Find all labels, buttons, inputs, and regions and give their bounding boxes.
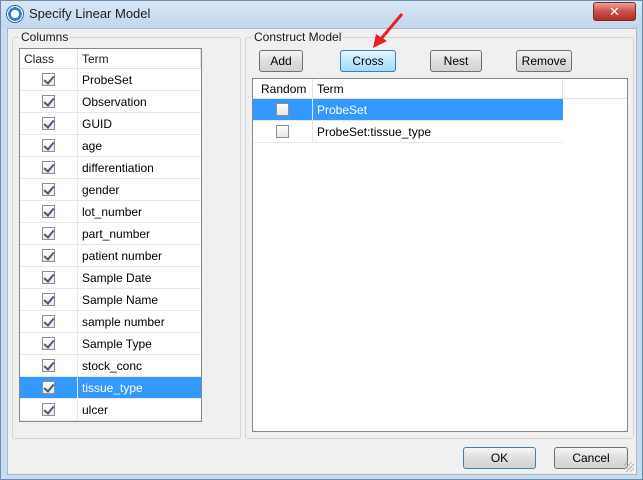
model-grid-header: Random Term [253, 79, 627, 99]
column-checkbox[interactable] [42, 161, 55, 174]
columns-group: Columns Class Term ProbeSet Observation GU… [12, 30, 241, 439]
column-checkbox[interactable] [42, 293, 55, 306]
column-row[interactable]: Sample Date [20, 267, 201, 289]
column-row[interactable]: Observation [20, 91, 201, 113]
column-row[interactable]: GUID [20, 113, 201, 135]
column-term[interactable]: Sample Name [78, 289, 201, 310]
column-term[interactable]: ulcer [78, 399, 201, 420]
column-checkbox-cell [20, 267, 78, 288]
column-row[interactable]: differentiation [20, 157, 201, 179]
dialog-window: Specify Linear Model ✕ Columns Class Ter… [0, 0, 643, 480]
column-row[interactable]: ulcer [20, 399, 201, 421]
column-row[interactable]: ProbeSet [20, 69, 201, 91]
column-row[interactable]: sample number [20, 311, 201, 333]
resize-grip-icon[interactable] [624, 462, 634, 472]
title-bar[interactable]: Specify Linear Model ✕ [1, 1, 642, 28]
column-term[interactable]: age [78, 135, 201, 156]
column-term[interactable]: ProbeSet [78, 69, 201, 90]
model-term-term[interactable]: ProbeSet:tissue_type [313, 121, 563, 142]
column-header-class[interactable]: Class [20, 49, 78, 69]
model-term-row[interactable]: ProbeSet:tissue_type [253, 121, 563, 143]
column-term[interactable]: patient number [78, 245, 201, 266]
column-checkbox-cell [20, 135, 78, 156]
column-checkbox[interactable] [42, 183, 55, 196]
column-term[interactable]: GUID [78, 113, 201, 134]
ok-button[interactable]: OK [463, 447, 536, 469]
column-row[interactable]: Sample Type [20, 333, 201, 355]
nest-button[interactable]: Nest [430, 50, 482, 72]
column-row[interactable]: tissue_type [20, 377, 201, 399]
window-title: Specify Linear Model [29, 6, 151, 21]
column-term[interactable]: lot_number [78, 201, 201, 222]
column-checkbox-cell [20, 311, 78, 332]
model-term-checkbox-cell [253, 121, 313, 142]
column-checkbox-cell [20, 245, 78, 266]
model-term-checkbox[interactable] [276, 103, 289, 116]
column-checkbox-cell [20, 223, 78, 244]
model-term-row[interactable]: ProbeSet [253, 99, 563, 121]
column-checkbox[interactable] [42, 381, 55, 394]
column-checkbox[interactable] [42, 139, 55, 152]
remove-button[interactable]: Remove [516, 50, 572, 72]
column-checkbox-cell [20, 201, 78, 222]
model-term-checkbox-cell [253, 99, 313, 120]
column-term[interactable]: gender [78, 179, 201, 200]
columns-grid[interactable]: Class Term ProbeSet Observation GUID age dif… [19, 48, 202, 422]
column-term[interactable]: sample number [78, 311, 201, 332]
column-row[interactable]: gender [20, 179, 201, 201]
column-row[interactable]: patient number [20, 245, 201, 267]
column-header-term[interactable]: Term [78, 49, 201, 69]
column-checkbox[interactable] [42, 227, 55, 240]
column-term[interactable]: differentiation [78, 157, 201, 178]
column-checkbox[interactable] [42, 315, 55, 328]
column-checkbox-cell [20, 113, 78, 134]
column-checkbox[interactable] [42, 271, 55, 284]
column-checkbox[interactable] [42, 359, 55, 372]
construct-model-legend: Construct Model [252, 30, 344, 44]
column-checkbox-cell [20, 157, 78, 178]
close-button[interactable]: ✕ [593, 2, 636, 21]
column-checkbox[interactable] [42, 337, 55, 350]
column-checkbox[interactable] [42, 249, 55, 262]
cancel-button[interactable]: Cancel [554, 447, 628, 469]
column-checkbox-cell [20, 289, 78, 310]
column-checkbox-cell [20, 333, 78, 354]
column-checkbox-cell [20, 377, 78, 398]
column-row[interactable]: part_number [20, 223, 201, 245]
construct-model-group: Construct Model Add Cross Nest Remove Ra… [245, 30, 634, 439]
model-term-term[interactable]: ProbeSet [313, 99, 563, 120]
column-term[interactable]: Sample Type [78, 333, 201, 354]
column-term[interactable]: part_number [78, 223, 201, 244]
column-term[interactable]: tissue_type [78, 377, 201, 398]
column-term[interactable]: Observation [78, 91, 201, 112]
column-checkbox[interactable] [42, 117, 55, 130]
column-checkbox-cell [20, 91, 78, 112]
column-row[interactable]: stock_conc [20, 355, 201, 377]
column-row[interactable]: Sample Name [20, 289, 201, 311]
model-term-checkbox[interactable] [276, 125, 289, 138]
app-icon [6, 5, 24, 23]
column-checkbox[interactable] [42, 73, 55, 86]
column-checkbox[interactable] [42, 205, 55, 218]
column-row[interactable]: age [20, 135, 201, 157]
dialog-body: Columns Class Term ProbeSet Observation GU… [7, 28, 637, 475]
model-terms-grid[interactable]: Random Term ProbeSet ProbeSet:tissue_type [252, 78, 628, 432]
column-checkbox-cell [20, 179, 78, 200]
column-row[interactable]: lot_number [20, 201, 201, 223]
columns-legend: Columns [19, 30, 71, 44]
column-term[interactable]: stock_conc [78, 355, 201, 376]
add-button[interactable]: Add [259, 50, 303, 72]
column-term[interactable]: Sample Date [78, 267, 201, 288]
column-checkbox[interactable] [42, 95, 55, 108]
column-checkbox-cell [20, 69, 78, 90]
columns-grid-header: Class Term [20, 49, 201, 69]
column-header-random[interactable]: Random [253, 79, 313, 98]
column-checkbox-cell [20, 355, 78, 376]
cross-button[interactable]: Cross [340, 50, 396, 72]
column-checkbox-cell [20, 399, 78, 420]
column-checkbox[interactable] [42, 403, 55, 416]
column-header-model-term[interactable]: Term [313, 79, 563, 98]
